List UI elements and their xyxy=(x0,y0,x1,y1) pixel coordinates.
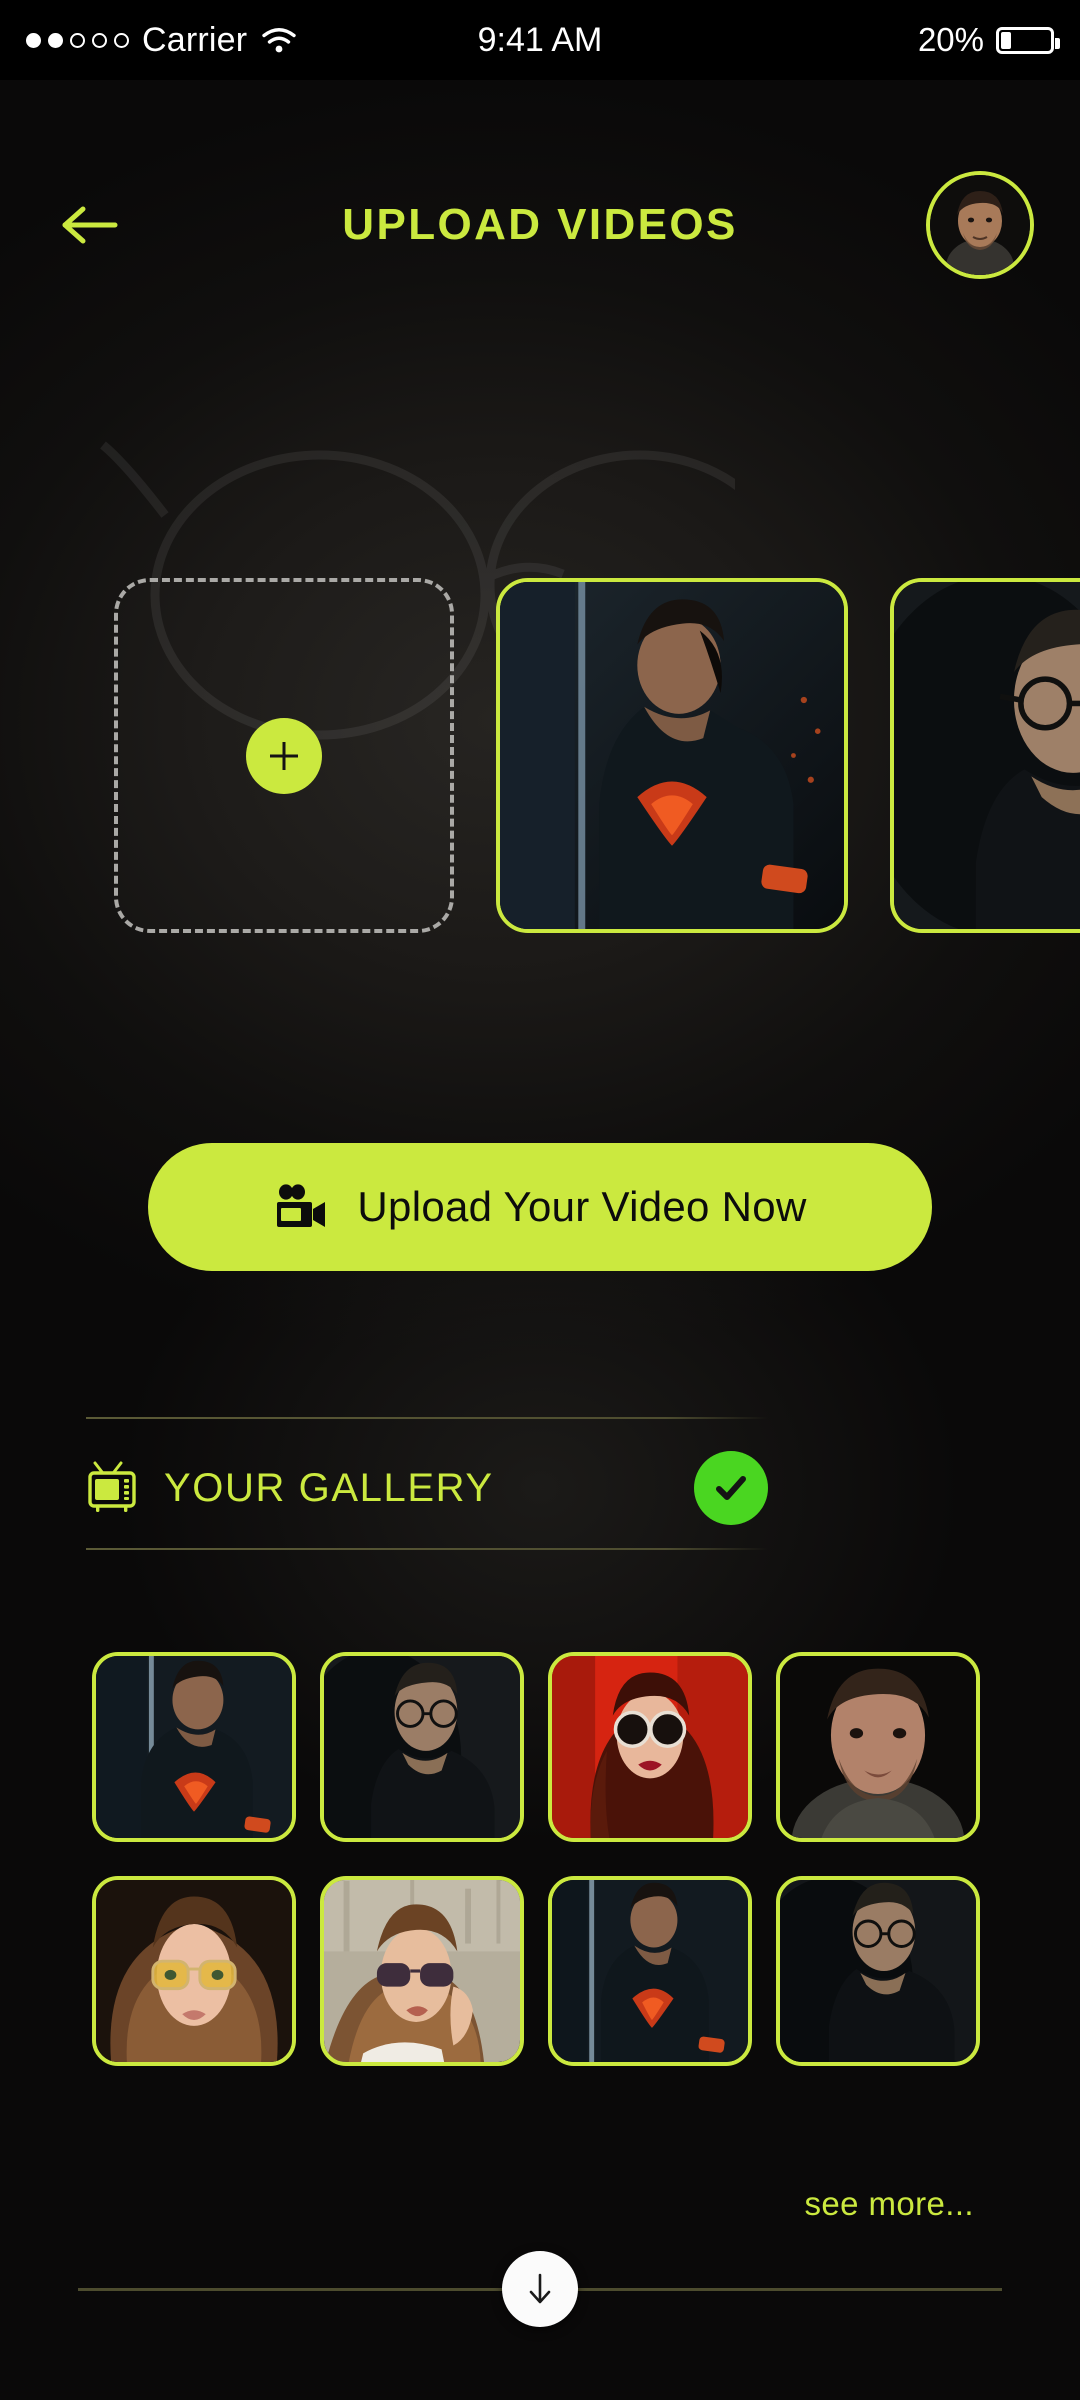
gallery-thumb-yellow-glasses[interactable] xyxy=(92,1876,296,2066)
video-thumb-superman[interactable] xyxy=(496,578,848,933)
app-header: UPLOAD VIDEOS xyxy=(0,150,1080,300)
gallery-title: YOUR GALLERY xyxy=(164,1465,494,1510)
see-more-link[interactable]: see more... xyxy=(805,2185,974,2223)
upload-thumbnail-strip[interactable] xyxy=(0,578,1080,940)
thumb-image xyxy=(780,1880,976,2062)
app-screen: Carrier 9:41 AM 20% UPLOAD VIDEOS Upload… xyxy=(0,0,1080,2400)
page-title: UPLOAD VIDEOS xyxy=(342,200,738,249)
add-video-card[interactable] xyxy=(114,578,454,933)
gallery-divider-top xyxy=(86,1417,768,1419)
gallery-header: YOUR GALLERY xyxy=(86,1432,768,1544)
video-thumb-glasses-jacket[interactable] xyxy=(890,578,1080,933)
status-bar-left: Carrier xyxy=(26,21,298,60)
thumb-image xyxy=(780,1656,976,1838)
video-camera-icon xyxy=(277,1184,326,1227)
television-icon xyxy=(88,1461,136,1512)
plus-glyph xyxy=(270,741,298,770)
battery-icon xyxy=(996,26,1060,54)
gallery-divider-bottom xyxy=(86,1548,768,1550)
gallery-row xyxy=(92,1652,992,1842)
avatar[interactable] xyxy=(926,171,1034,279)
gallery-thumb-glasses-jacket[interactable] xyxy=(320,1652,524,1842)
gallery-grid xyxy=(92,1652,992,2066)
gallery-thumb-wall-sunglasses[interactable] xyxy=(320,1876,524,2066)
thumb-image xyxy=(552,1656,748,1838)
scroll-down-button[interactable] xyxy=(502,2251,578,2327)
arrow-down-icon xyxy=(529,2273,551,2304)
gallery-thumb-glasses-jacket-2[interactable] xyxy=(776,1876,980,2066)
thumb-image xyxy=(96,1880,292,2062)
gallery-thumb-bearded-man[interactable] xyxy=(776,1652,980,1842)
upload-video-button-label: Upload Your Video Now xyxy=(357,1183,807,1230)
status-bar: Carrier 9:41 AM 20% xyxy=(0,0,1080,80)
gallery-row xyxy=(92,1876,992,2066)
avatar-image xyxy=(930,175,1030,275)
upload-video-button[interactable]: Upload Your Video Now xyxy=(148,1143,932,1271)
signal-strength-dots xyxy=(26,32,129,48)
wifi-icon xyxy=(262,28,296,53)
arrow-left-icon xyxy=(62,206,118,244)
thumb-image xyxy=(500,582,844,929)
check-icon xyxy=(716,1476,746,1500)
gallery-thumb-superman[interactable] xyxy=(92,1652,296,1842)
status-bar-right: 20% xyxy=(917,21,1060,59)
gallery-thumb-red-sunglasses[interactable] xyxy=(548,1652,752,1842)
thumb-image xyxy=(894,582,1080,929)
gallery-thumb-superman-2[interactable] xyxy=(548,1876,752,2066)
plus-icon xyxy=(246,717,322,794)
thumb-image xyxy=(324,1880,520,2062)
gallery-check-badge[interactable] xyxy=(694,1451,768,1525)
thumb-image xyxy=(96,1656,292,1838)
carrier-label: Carrier xyxy=(142,20,248,59)
back-button[interactable] xyxy=(46,182,132,268)
battery-percent-label: 20% xyxy=(917,21,984,58)
thumb-image xyxy=(552,1880,748,2062)
thumb-image xyxy=(324,1656,520,1838)
